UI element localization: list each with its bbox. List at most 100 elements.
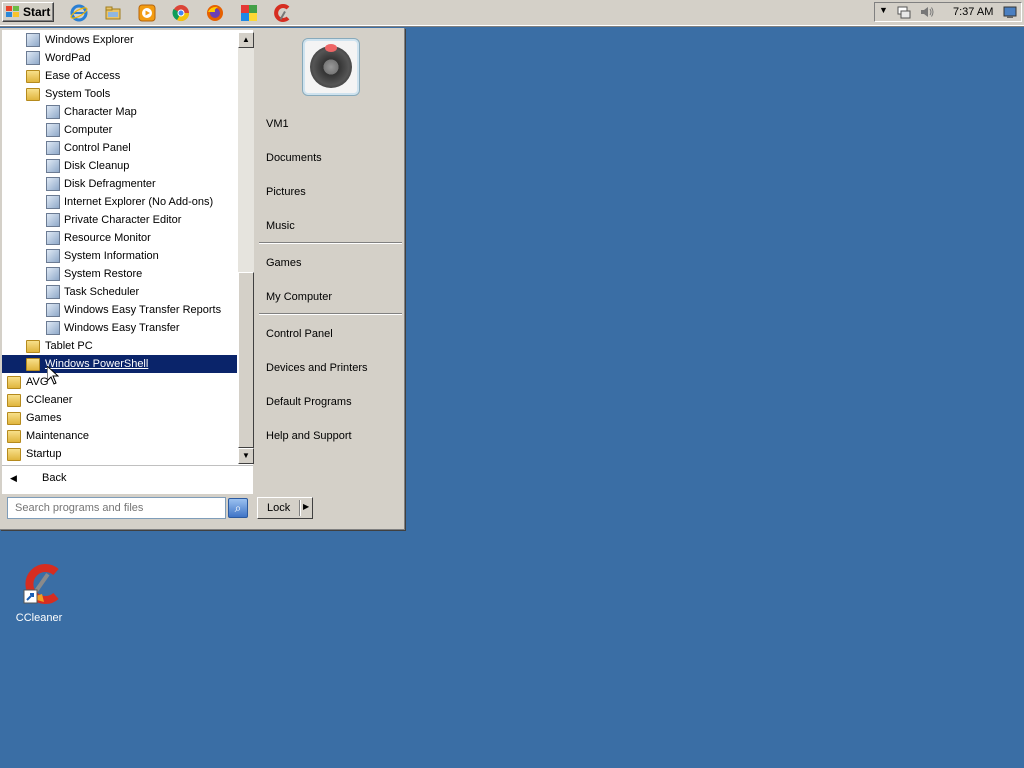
divider <box>2 465 253 466</box>
lock-label: Lock <box>267 502 291 514</box>
program-label: Windows Easy Transfer Reports <box>64 304 222 316</box>
wordpad-icon <box>26 51 40 65</box>
program-item[interactable]: AVG <box>2 373 237 391</box>
program-label: Computer <box>64 124 113 136</box>
pictures-link[interactable]: Pictures <box>266 182 396 202</box>
program-item[interactable]: System Tools <box>2 85 237 103</box>
program-label: System Restore <box>64 268 143 280</box>
all-programs-pane: Windows Explorer WordPad Ease of Access Sys… <box>2 30 254 494</box>
system-tray: ▼ 7:37 AM <box>874 2 1022 22</box>
default-programs-link[interactable]: Default Programs <box>266 392 396 412</box>
chevron-down-icon[interactable]: ▼ <box>879 5 888 15</box>
back-arrow-icon: ◀ <box>10 473 17 483</box>
program-label: Windows Easy Transfer <box>64 322 180 334</box>
computer-icon <box>46 123 60 137</box>
program-label: Internet Explorer (No Add-ons) <box>64 196 214 208</box>
my-computer-link[interactable]: My Computer <box>266 287 396 307</box>
back-button[interactable]: ◀ Back <box>10 469 130 487</box>
program-label: System Tools <box>45 88 111 100</box>
vinyl-record-icon <box>310 46 352 88</box>
program-item[interactable]: CCleaner <box>2 391 237 409</box>
resource-monitor-icon <box>46 231 60 245</box>
easy-transfer-reports-icon <box>46 303 60 317</box>
internet-explorer-icon[interactable] <box>70 4 88 22</box>
program-item[interactable]: Disk Cleanup <box>2 157 237 175</box>
help-support-link[interactable]: Help and Support <box>266 426 396 446</box>
control-panel-link[interactable]: Control Panel <box>266 324 396 344</box>
program-item[interactable]: Private Character Editor <box>2 211 237 229</box>
program-item[interactable]: Resource Monitor <box>2 229 237 247</box>
games-link[interactable]: Games <box>266 253 396 273</box>
start-label: Start <box>23 5 51 19</box>
program-label: Task Scheduler <box>64 286 140 298</box>
music-link[interactable]: Music <box>266 216 396 236</box>
chrome-icon[interactable] <box>172 4 190 22</box>
taskbar: Start ▼ 7:37 AM <box>0 0 1024 27</box>
right-pane: VM1 Documents Pictures Music Games My Co… <box>256 30 402 494</box>
media-player-icon[interactable] <box>138 4 156 22</box>
program-item[interactable]: System Information <box>2 247 237 265</box>
folder-icon <box>26 70 40 83</box>
program-item[interactable]: Windows Explorer <box>2 31 237 49</box>
scroll-down-button[interactable]: ▼ <box>238 448 254 464</box>
devices-printers-link[interactable]: Devices and Printers <box>266 358 396 378</box>
program-item[interactable]: Windows PowerShell <box>2 355 237 373</box>
mouse-cursor-icon <box>46 364 60 388</box>
program-item[interactable]: Ease of Access <box>2 67 237 85</box>
ccleaner-icon[interactable] <box>274 4 292 22</box>
program-item[interactable]: System Restore <box>2 265 237 283</box>
program-item[interactable]: Task Scheduler <box>2 283 237 301</box>
program-item[interactable]: Control Panel <box>2 139 237 157</box>
folder-icon <box>7 376 21 389</box>
system-information-icon <box>46 249 60 263</box>
program-item[interactable]: Internet Explorer (No Add-ons) <box>2 193 237 211</box>
program-label: Windows Explorer <box>45 34 134 46</box>
program-label: Maintenance <box>26 430 89 442</box>
program-item[interactable]: WordPad <box>2 49 237 67</box>
program-item[interactable]: Character Map <box>2 103 237 121</box>
search-icon[interactable]: ⌕ <box>228 498 248 518</box>
network-icon[interactable] <box>897 5 911 22</box>
scrollbar[interactable]: ▲ ▼ <box>238 32 254 464</box>
documents-link[interactable]: Documents <box>266 148 396 168</box>
user-folder-link[interactable]: VM1 <box>266 114 396 134</box>
shutdown-options-arrow-icon[interactable]: ▶ <box>303 502 309 511</box>
program-item[interactable]: Maintenance <box>2 427 237 445</box>
scroll-thumb[interactable] <box>238 272 254 448</box>
clock[interactable]: 7:37 AM <box>953 6 993 18</box>
user-picture[interactable] <box>302 38 360 96</box>
program-item[interactable]: Computer <box>2 121 237 139</box>
task-scheduler-icon <box>46 285 60 299</box>
show-desktop-icon[interactable] <box>1003 5 1017 22</box>
scroll-up-button[interactable]: ▲ <box>238 32 254 48</box>
folder-icon <box>7 448 21 461</box>
program-item[interactable]: Windows Easy Transfer <box>2 319 237 337</box>
program-item[interactable]: Tablet PC <box>2 337 237 355</box>
program-label: Disk Cleanup <box>64 160 130 172</box>
lock-button[interactable]: Lock ▶ <box>257 497 313 519</box>
start-button[interactable]: Start <box>2 2 54 22</box>
volume-icon[interactable] <box>919 5 935 22</box>
disk-cleanup-icon <box>46 159 60 173</box>
program-label: Private Character Editor <box>64 214 182 226</box>
program-label: Windows PowerShell <box>45 358 149 370</box>
program-label: Games <box>26 412 62 424</box>
windows-explorer-icon[interactable] <box>104 4 122 22</box>
program-label: Character Map <box>64 106 137 118</box>
program-item[interactable]: Games <box>2 409 237 427</box>
program-item[interactable]: Disk Defragmenter <box>2 175 237 193</box>
avg-icon[interactable] <box>240 4 258 22</box>
program-label: Tablet PC <box>45 340 93 352</box>
back-label: Back <box>42 472 67 484</box>
easy-transfer-icon <box>46 321 60 335</box>
control-panel-icon <box>46 141 60 155</box>
program-item[interactable]: Windows Easy Transfer Reports <box>2 301 237 319</box>
start-menu: Windows Explorer WordPad Ease of Access Sys… <box>0 28 405 530</box>
program-label: Startup <box>26 448 62 460</box>
program-item[interactable]: Startup <box>2 445 237 463</box>
search-input[interactable] <box>7 497 226 519</box>
ccleaner-icon <box>22 562 59 606</box>
folder-icon <box>26 358 40 371</box>
desktop-shortcut-ccleaner[interactable]: CCleaner <box>8 560 70 630</box>
firefox-icon[interactable] <box>206 4 224 22</box>
